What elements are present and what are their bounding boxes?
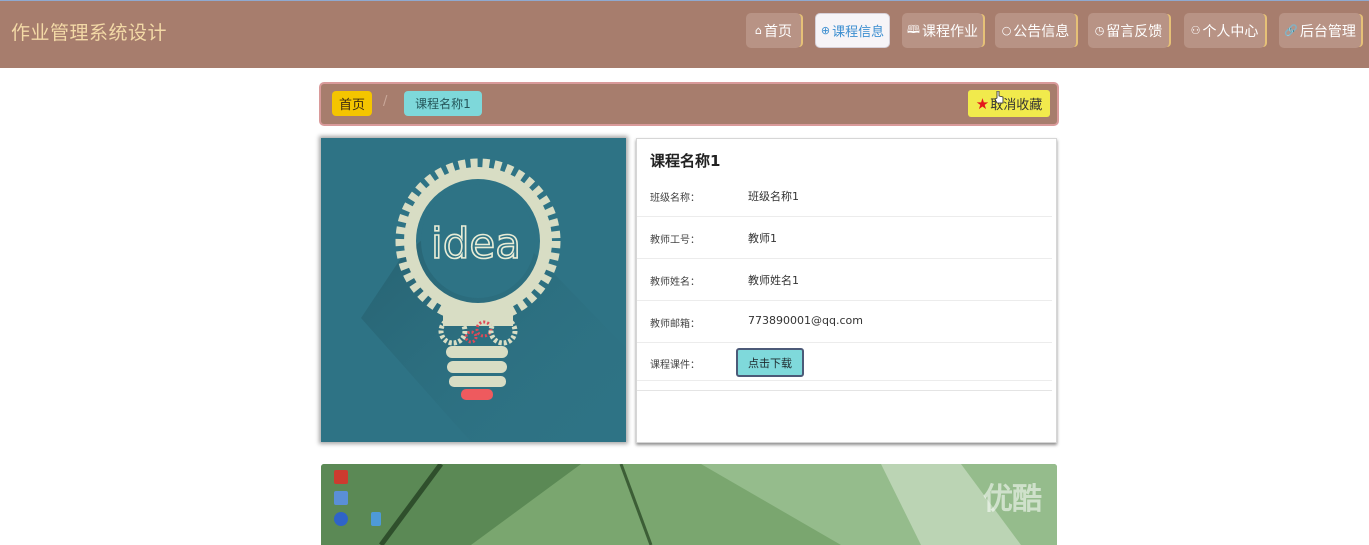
course-detail-panel: 课程名称1 班级名称： 班级名称1 教师工号： 教师1 教师姓名： 教师姓名1 … <box>636 138 1057 443</box>
nav-personal-center-label: 个人中心 <box>1202 23 1259 40</box>
course-title: 课程名称1 <box>650 152 721 170</box>
course-cover-image: idea <box>321 138 626 442</box>
field-row-teacher-id: 教师工号： 教师1 <box>637 217 1052 259</box>
video-frame-forest <box>321 464 1057 545</box>
cover-idea-text: idea <box>431 219 521 268</box>
breadcrumb-home-link[interactable]: 首页 <box>332 91 372 116</box>
divider <box>637 390 1052 391</box>
field-value: 教师姓名1 <box>748 274 799 287</box>
field-label: 教师工号： <box>650 235 700 246</box>
nav-course-info-label: 课程信息 <box>832 25 885 40</box>
field-value: 773890001@qq.com <box>748 314 863 327</box>
book-icon: 🕮 <box>907 23 920 36</box>
field-label: 班级名称： <box>650 193 700 204</box>
nav-personal-center[interactable]: ⚇ 个人中心 <box>1184 13 1265 48</box>
mouse-cursor-icon <box>994 91 1004 104</box>
globe-icon: ⊕ <box>820 24 831 37</box>
star-icon: ★ <box>975 94 990 113</box>
field-value: 教师1 <box>748 232 777 245</box>
field-label: 教师邮箱： <box>650 319 700 330</box>
nav-admin-label: 后台管理 <box>1299 23 1356 40</box>
nav-course-homework[interactable]: 🕮 课程作业 <box>902 13 983 48</box>
nav-home[interactable]: ⌂ 首页 <box>746 13 801 48</box>
clock-icon: ◷ <box>1094 24 1105 37</box>
user-icon: ⚇ <box>1190 24 1201 37</box>
nav-home-label: 首页 <box>763 23 792 40</box>
breadcrumb-current: 课程名称1 <box>404 91 482 116</box>
video-watermark: 优酷 <box>983 482 1042 517</box>
nav-course-info[interactable]: ⊕ 课程信息 <box>815 13 890 48</box>
nav-feedback[interactable]: ◷ 留言反馈 <box>1088 13 1169 48</box>
desktop-icon <box>334 512 348 526</box>
unfavorite-button[interactable]: ★ 取消收藏 <box>968 90 1050 117</box>
link-icon: 🔗 <box>1284 24 1298 37</box>
nav-feedback-label: 留言反馈 <box>1106 23 1163 40</box>
nav-announcements-label: 公告信息 <box>1013 23 1070 40</box>
field-row-teacher-name: 教师姓名： 教师姓名1 <box>637 259 1052 301</box>
download-button[interactable]: 点击下载 <box>736 348 804 377</box>
nav-course-homework-label: 课程作业 <box>921 23 978 40</box>
field-value: 班级名称1 <box>748 190 799 203</box>
field-label: 教师姓名： <box>650 277 700 288</box>
home-icon: ⌂ <box>755 24 762 37</box>
desktop-icon <box>334 470 348 484</box>
field-label: 课程课件： <box>650 360 700 371</box>
idea-bulb-illustration: idea <box>321 138 626 442</box>
chat-icon: ○ <box>1001 24 1012 37</box>
desktop-icon <box>371 512 381 526</box>
nav-admin[interactable]: 🔗 后台管理 <box>1279 13 1361 48</box>
breadcrumb-separator: / <box>383 94 388 109</box>
site-title: 作业管理系统设计 <box>11 22 168 44</box>
field-row-teacher-email: 教师邮箱： 773890001@qq.com <box>637 301 1052 343</box>
course-video-player[interactable]: 优酷 <box>321 464 1057 545</box>
breadcrumb: 首页 / 课程名称1 ★ 取消收藏 <box>321 84 1057 124</box>
nav-announcements[interactable]: ○ 公告信息 <box>995 13 1076 48</box>
field-row-courseware: 课程课件： 点击下载 <box>637 343 1052 381</box>
field-row-class-name: 班级名称： 班级名称1 <box>637 175 1052 217</box>
desktop-icon <box>334 491 348 505</box>
top-navbar: 作业管理系统设计 ⌂ 首页 ⊕ 课程信息 🕮 课程作业 ○ 公告信息 ◷ 留言反… <box>0 0 1369 68</box>
